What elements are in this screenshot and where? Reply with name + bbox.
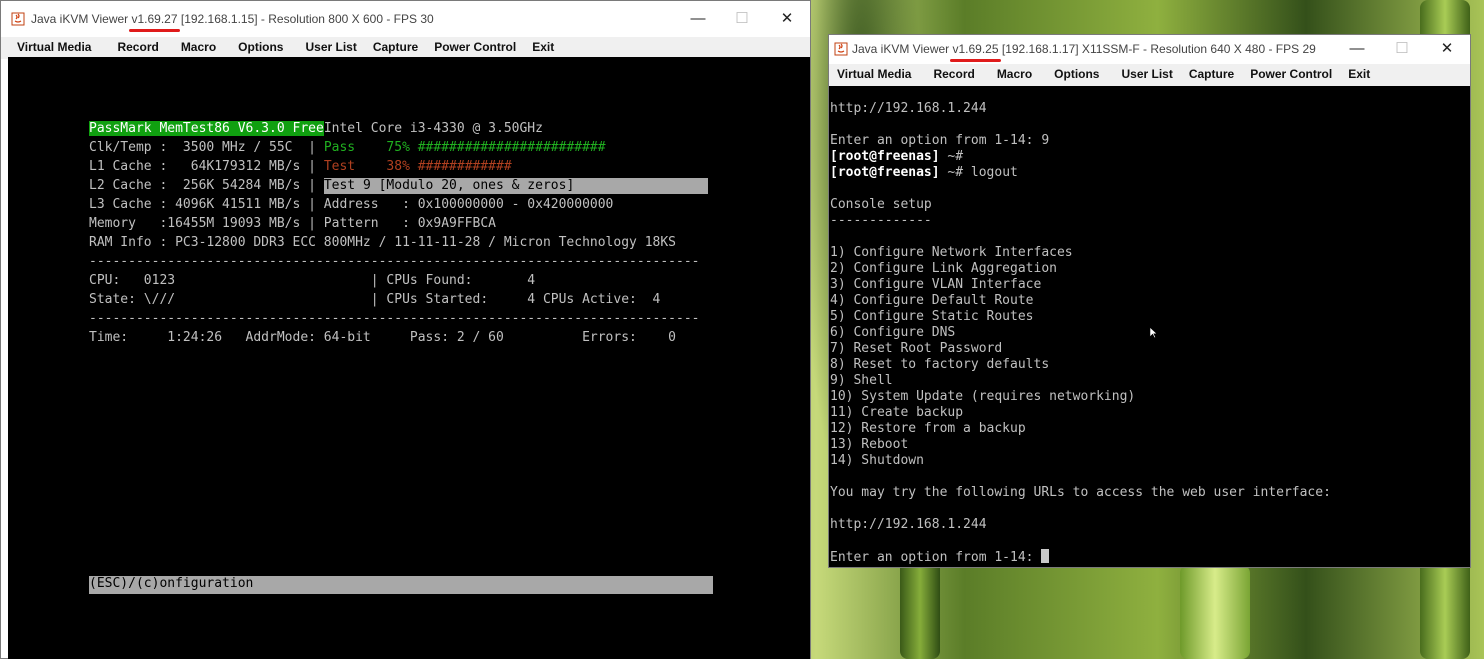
remote-screen[interactable]: http://192.168.1.244 Enter an option fro… — [829, 86, 1470, 567]
test-progress: Test 38% ############ — [323, 159, 512, 174]
java-icon — [11, 12, 25, 26]
menu-option: 4) Configure Default Route — [830, 293, 1034, 308]
menu-capture[interactable]: Capture — [1181, 64, 1242, 86]
url-bottom: http://192.168.1.244 — [830, 517, 987, 532]
text-cursor — [1041, 549, 1050, 563]
shell-line: [root@freenas] ~# logout — [830, 165, 1018, 180]
l1-cache: L1 Cache : 64K179312 MB/s | — [89, 159, 324, 174]
l3-cache: L3 Cache : 4096K 41511 MB/s | Address : … — [89, 197, 614, 212]
menu-bar: Virtual Media Record Macro Options User … — [1, 37, 810, 59]
prompt-line: Enter an option from 1-14: 9 — [830, 133, 1050, 148]
prompt-input[interactable]: Enter an option from 1-14: — [830, 549, 1050, 566]
menu-option: 12) Restore from a backup — [830, 421, 1026, 436]
menu-virtual-media[interactable]: Virtual Media — [829, 64, 919, 86]
menu-exit[interactable]: Exit — [1340, 64, 1378, 86]
cpu-model: Intel Core i3-4330 @ 3.50GHz — [323, 121, 543, 136]
close-icon[interactable]: ✕ — [767, 6, 807, 32]
state-line: State: \/// | CPUs Started: 4 CPUs Activ… — [89, 292, 661, 307]
menu-bar: Virtual Media Record Macro Options User … — [829, 64, 1470, 86]
window-title: Java iKVM Viewer v1.69.25 [192.168.1.17]… — [852, 42, 1316, 62]
menu-record[interactable]: Record — [919, 64, 982, 86]
version-underlined: v1.69.25 — [950, 42, 1001, 62]
menu-record[interactable]: Record — [99, 37, 166, 59]
l2-cache: L2 Cache : 256K 54284 MB/s | — [89, 178, 324, 193]
menu-option: 1) Configure Network Interfaces — [830, 245, 1073, 260]
ram-info: RAM Info : PC3-12800 DDR3 ECC 800MHz / 1… — [89, 235, 676, 250]
close-icon[interactable]: ✕ — [1427, 36, 1467, 62]
title-bar[interactable]: Java iKVM Viewer v1.69.27 [192.168.1.15]… — [1, 1, 810, 37]
minimize-icon[interactable]: — — [1337, 36, 1377, 62]
setup-title: Console setup — [830, 197, 932, 212]
menu-user-list[interactable]: User List — [291, 37, 364, 59]
clk-temp: Clk/Temp : 3500 MHz / 55C | — [89, 140, 324, 155]
cpu-line: CPU: 0123 | CPUs Found: 4 — [89, 273, 536, 288]
bamboo-stalk — [1180, 565, 1250, 659]
menu-power-control[interactable]: Power Control — [1242, 64, 1340, 86]
menu-option: 5) Configure Static Routes — [830, 309, 1034, 324]
maximize-icon[interactable]: ☐ — [722, 6, 762, 32]
java-icon — [834, 42, 848, 56]
memtest-banner: PassMark MemTest86 V6.3.0 Free — [89, 121, 324, 136]
ikvm-window-freenas: Java iKVM Viewer v1.69.25 [192.168.1.17]… — [828, 34, 1471, 568]
title-bar[interactable]: Java iKVM Viewer v1.69.25 [192.168.1.17]… — [829, 35, 1470, 64]
menu-capture[interactable]: Capture — [365, 37, 426, 59]
time-line: Time: 1:24:26 AddrMode: 64-bit Pass: 2 /… — [89, 330, 676, 345]
menu-option: 14) Shutdown — [830, 453, 924, 468]
menu-virtual-media[interactable]: Virtual Media — [9, 37, 99, 59]
menu-options[interactable]: Options — [224, 37, 291, 59]
menu-exit[interactable]: Exit — [524, 37, 562, 59]
menu-option: 10) System Update (requires networking) — [830, 389, 1136, 404]
version-underlined: v1.69.27 — [129, 12, 180, 32]
menu-option: 6) Configure DNS — [830, 325, 956, 340]
menu-power-control[interactable]: Power Control — [426, 37, 524, 59]
maximize-icon[interactable]: ☐ — [1382, 36, 1422, 62]
ikvm-window-memtest: Java iKVM Viewer v1.69.27 [192.168.1.15]… — [0, 0, 811, 659]
pass-progress: Pass 75% ######################## — [323, 140, 606, 155]
menu-option: 7) Reset Root Password — [830, 341, 1003, 356]
memory-info: Memory :16455M 19093 MB/s | Pattern : 0x… — [89, 216, 496, 231]
menu-option: 2) Configure Link Aggregation — [830, 261, 1057, 276]
menu-option: 8) Reset to factory defaults — [830, 357, 1050, 372]
urls-message: You may try the following URLs to access… — [830, 485, 1331, 500]
menu-option: 3) Configure VLAN Interface — [830, 277, 1042, 292]
current-test: Test 9 [Modulo 20, ones & zeros] — [323, 178, 708, 194]
menu-option: 11) Create backup — [830, 405, 964, 420]
remote-screen[interactable]: PassMark MemTest86 V6.3.0 FreeIntel Core… — [8, 57, 810, 659]
shell-line: [root@freenas] ~# — [830, 149, 964, 164]
menu-macro[interactable]: Macro — [983, 64, 1040, 86]
divider: ----------------------------------------… — [89, 254, 700, 269]
divider: ----------------------------------------… — [89, 311, 700, 326]
menu-option: 9) Shell — [830, 373, 893, 388]
menu-option: 13) Reboot — [830, 437, 909, 452]
minimize-icon[interactable]: — — [678, 6, 718, 32]
red-underline — [129, 29, 180, 32]
bamboo-stalk — [900, 560, 940, 659]
mouse-pointer-icon — [1149, 326, 1158, 339]
menu-macro[interactable]: Macro — [167, 37, 224, 59]
window-title: Java iKVM Viewer v1.69.27 [192.168.1.15]… — [31, 12, 434, 32]
url-top: http://192.168.1.244 — [830, 101, 987, 116]
menu-options[interactable]: Options — [1040, 64, 1107, 86]
menu-user-list[interactable]: User List — [1107, 64, 1180, 86]
config-footer: (ESC)/(c)onfiguration — [89, 576, 713, 594]
red-underline — [950, 59, 1001, 62]
setup-underline: ------------- — [830, 213, 932, 228]
